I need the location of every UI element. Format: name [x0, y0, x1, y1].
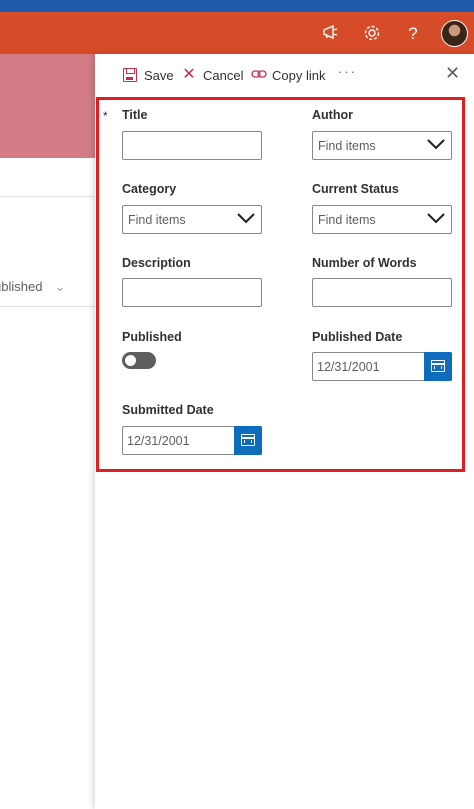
save-label: Save [144, 67, 174, 83]
top-strip [0, 0, 474, 12]
category-label: Category [122, 182, 177, 196]
published-date-picker[interactable]: 12/31/2001 [312, 352, 452, 381]
calendar-icon [241, 434, 255, 446]
current-status-placeholder: Find items [318, 213, 376, 227]
published-date-label: Published Date [312, 330, 403, 344]
current-status-label: Current Status [312, 182, 399, 196]
toggle-knob [125, 355, 136, 366]
published-label: Published [122, 330, 182, 344]
chevron-down-icon [427, 213, 445, 224]
number-of-words-field[interactable] [312, 278, 452, 307]
chevron-down-icon [237, 213, 255, 224]
published-date-value: 12/31/2001 [317, 360, 380, 374]
background-banner [0, 54, 95, 158]
number-of-words-label: Number of Words [312, 256, 417, 270]
save-icon [123, 68, 137, 82]
category-placeholder: Find items [128, 213, 186, 227]
column-header-label: ublished [0, 279, 43, 294]
background-column-header[interactable]: ublished ⌄ [0, 279, 65, 295]
more-options-button[interactable]: ··· [338, 64, 357, 79]
published-toggle[interactable] [122, 352, 156, 369]
chevron-down-icon: ⌄ [54, 279, 66, 294]
author-placeholder: Find items [318, 139, 376, 153]
edit-item-panel: Save ✕ Cancel Copy link ··· ✕ * Title Au… [95, 54, 474, 809]
close-button[interactable]: ✕ [445, 64, 460, 82]
submitted-date-value: 12/31/2001 [127, 434, 190, 448]
gear-icon[interactable] [361, 24, 383, 44]
author-label: Author [312, 108, 353, 122]
calendar-icon [431, 360, 445, 372]
avatar[interactable] [441, 20, 468, 47]
cancel-button[interactable]: ✕ Cancel [182, 66, 243, 84]
background-divider [0, 306, 95, 307]
required-marker: * [103, 109, 108, 123]
title-label: Title [122, 108, 148, 122]
submitted-date-label: Submitted Date [122, 403, 214, 417]
description-label: Description [122, 256, 191, 270]
calendar-button[interactable] [424, 352, 452, 381]
suite-bar: ? [0, 12, 474, 54]
copy-link-button[interactable]: Copy link [251, 66, 325, 84]
link-icon [251, 68, 267, 82]
calendar-button[interactable] [234, 426, 262, 455]
description-field[interactable] [122, 278, 262, 307]
copy-link-label: Copy link [272, 67, 326, 83]
background-list [0, 54, 95, 809]
command-bar: Save ✕ Cancel Copy link ··· ✕ [95, 54, 474, 94]
background-divider [0, 196, 95, 197]
megaphone-icon[interactable] [320, 24, 342, 44]
cancel-icon: ✕ [182, 66, 196, 83]
author-picker[interactable]: Find items [312, 131, 452, 160]
cancel-label: Cancel [203, 67, 244, 83]
category-picker[interactable]: Find items [122, 205, 262, 234]
save-button[interactable]: Save [123, 66, 174, 84]
chevron-down-icon [427, 139, 445, 150]
current-status-picker[interactable]: Find items [312, 205, 452, 234]
submitted-date-picker[interactable]: 12/31/2001 [122, 426, 262, 455]
title-field[interactable] [122, 131, 262, 160]
help-icon[interactable]: ? [402, 24, 424, 44]
